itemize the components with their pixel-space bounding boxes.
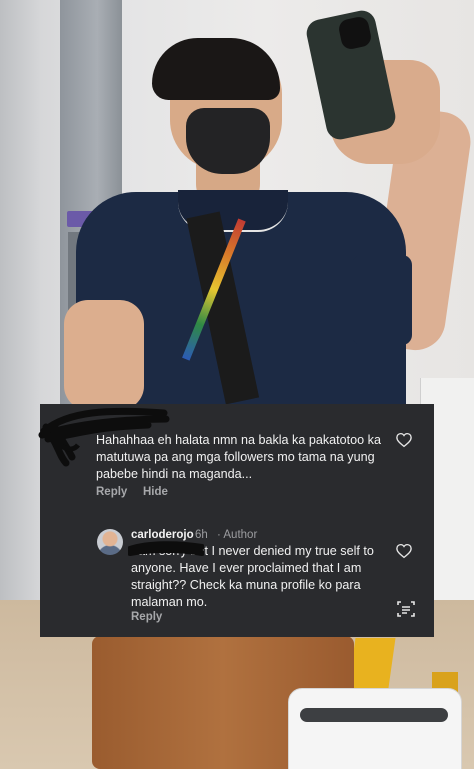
redaction-scribble: [128, 541, 204, 556]
heart-icon[interactable]: [395, 431, 413, 449]
timestamp: 6h: [195, 529, 208, 541]
white-bin: [288, 688, 462, 769]
translate-icon[interactable]: [394, 598, 418, 620]
heart-icon[interactable]: [395, 542, 413, 560]
yellow-object: [348, 638, 396, 688]
comment-text: Hahahhaa eh halata nmn na bakla ka pakat…: [96, 433, 381, 481]
reply-button[interactable]: Reply: [96, 486, 127, 498]
bin-slot: [300, 708, 448, 722]
author-badge: · Author: [217, 529, 258, 541]
face-mask: [186, 108, 270, 174]
sleeve: [352, 255, 412, 345]
hair: [152, 38, 280, 100]
username[interactable]: carloderojo: [131, 529, 194, 541]
avatar[interactable]: [97, 529, 123, 555]
background-photo: [0, 0, 474, 769]
hide-button[interactable]: Hide: [143, 486, 168, 498]
reply-button[interactable]: Reply: [131, 611, 162, 623]
